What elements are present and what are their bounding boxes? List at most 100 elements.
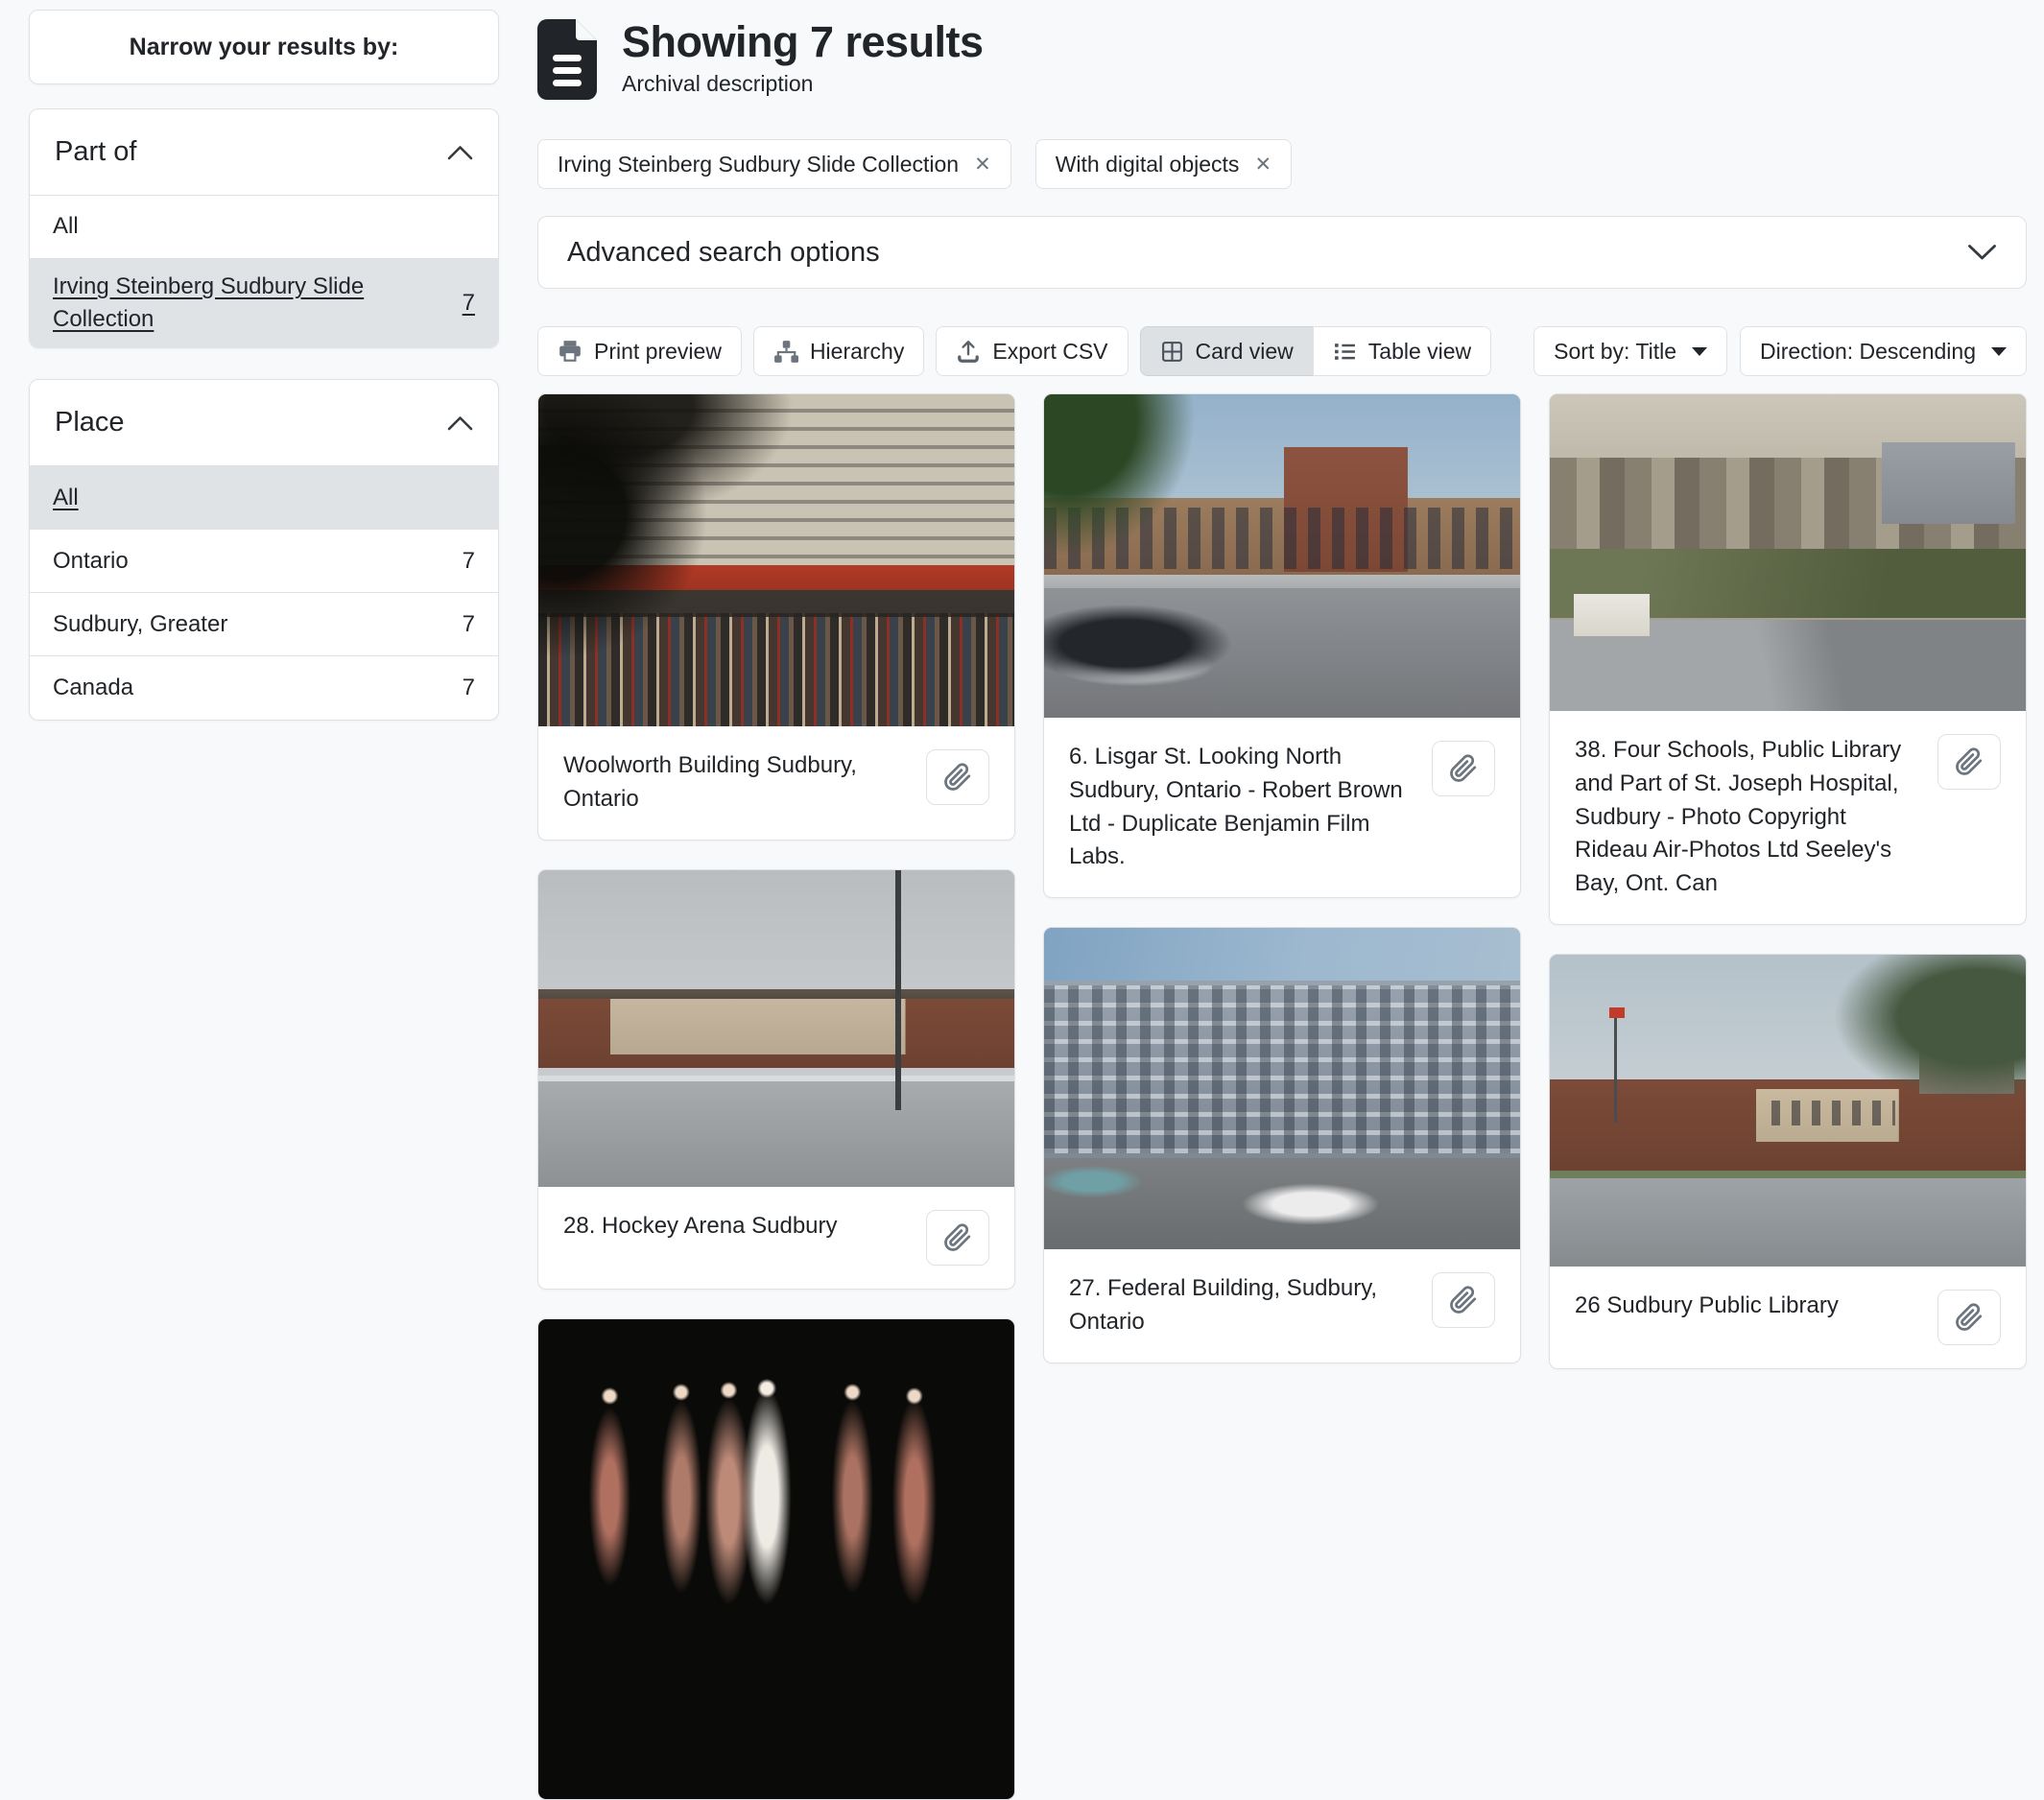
facet-label: Ontario [53,545,449,578]
paperclip-icon [1955,747,1984,776]
narrow-results-title: Narrow your results by: [130,34,399,61]
card-view-button[interactable]: Card view [1140,326,1313,376]
results-main: Showing 7 results Archival description I… [537,10,2027,1800]
advanced-search-toggle[interactable]: Advanced search options [537,216,2027,289]
sort-by-label: Sort by: Title [1554,339,1676,365]
archival-description-document-icon [537,19,597,100]
hierarchy-label: Hierarchy [810,339,904,365]
card-body: 38. Four Schools, Public Library and Par… [1550,711,2026,924]
attachment-button[interactable] [926,749,989,805]
sort-controls: Sort by: Title Direction: Descending [1533,326,2027,376]
facet-count: 7 [463,548,475,575]
filter-tag-digital-objects: With digital objects ✕ [1035,139,1292,189]
result-title-link[interactable]: 28. Hockey Arena Sudbury [563,1210,909,1243]
federal-building-photo[interactable] [1044,928,1520,1249]
export-csv-button[interactable]: Export CSV [936,326,1128,376]
list-icon [1333,340,1357,364]
facet-count: 7 [463,675,475,701]
part-of-facet-panel: Part of All Irving Steinberg Sudbury Sli… [29,108,499,348]
card-body: 26 Sudbury Public Library [1550,1267,2026,1368]
result-title-link[interactable]: 27. Federal Building, Sudbury, Ontario [1069,1272,1414,1339]
results-toolbar: Print preview Hierarchy Export CSV [537,326,2027,376]
table-view-button[interactable]: Table view [1313,326,1491,376]
paperclip-icon [1955,1303,1984,1332]
remove-filter-icon[interactable]: ✕ [1254,154,1272,175]
card-body: 6. Lisgar St. Looking North Sudbury, Ont… [1044,718,1520,897]
hockey-arena-photo[interactable] [538,870,1014,1187]
chevron-up-icon [447,145,473,160]
direction-label: Direction: Descending [1760,339,1976,365]
view-toggle-group: Card view Table view [1140,326,1492,376]
hierarchy-button[interactable]: Hierarchy [753,326,924,376]
table-view-label: Table view [1368,339,1471,365]
lisgar-street-photo[interactable] [1044,394,1520,718]
results-column: Woolworth Building Sudbury, Ontario 28. … [537,393,1015,1800]
result-card: 28. Hockey Arena Sudbury [537,869,1015,1290]
attachment-button[interactable] [1937,1290,2001,1345]
paperclip-icon [943,763,972,792]
result-card: 6. Lisgar St. Looking North Sudbury, Ont… [1043,393,1521,898]
facet-link-label[interactable]: Irving Steinberg Sudbury Slide Collectio… [53,271,449,336]
filter-tag-label: With digital objects [1056,152,1240,178]
print-preview-label: Print preview [594,339,722,365]
place-header[interactable]: Place [30,380,498,466]
grid-icon [1160,340,1184,364]
sudbury-public-library-photo[interactable] [1550,955,2026,1267]
print-preview-button[interactable]: Print preview [537,326,742,376]
result-title-link[interactable]: 6. Lisgar St. Looking North Sudbury, Ont… [1069,741,1414,874]
narrow-results-panel: Narrow your results by: [29,10,499,84]
filter-tag-label: Irving Steinberg Sudbury Slide Collectio… [558,152,959,178]
paperclip-icon [943,1223,972,1252]
facet-place-sudbury-greater[interactable]: Sudbury, Greater 7 [30,593,498,656]
chevron-down-icon [1967,244,1997,261]
result-title-link[interactable]: Woolworth Building Sudbury, Ontario [563,749,909,817]
result-card: 38. Four Schools, Public Library and Par… [1549,393,2027,925]
facet-sidebar: Narrow your results by: Part of All Irvi… [29,10,499,751]
card-body: 28. Hockey Arena Sudbury [538,1187,1014,1289]
card-view-label: Card view [1196,339,1294,365]
facet-part-of-all[interactable]: All [30,196,498,259]
facet-place-canada[interactable]: Canada 7 [30,656,498,720]
part-of-header[interactable]: Part of [30,109,498,196]
printer-icon [558,339,582,364]
result-title-link[interactable]: 38. Four Schools, Public Library and Par… [1575,734,1920,901]
facet-place-all[interactable]: All [30,466,498,530]
attachment-button[interactable] [1432,1272,1495,1328]
facet-link-label[interactable]: All [53,482,462,514]
caret-down-icon [1692,347,1707,356]
export-csv-label: Export CSV [992,339,1107,365]
woolworth-building-street-scene-photo[interactable] [538,394,1014,726]
attachment-button[interactable] [1432,741,1495,796]
result-card: Woolworth Building Sudbury, Ontario [537,393,1015,841]
result-card [537,1318,1015,1800]
remove-filter-icon[interactable]: ✕ [974,154,991,175]
four-schools-aerial-photo[interactable] [1550,394,2026,711]
facet-count: 7 [463,290,475,317]
active-filters: Irving Steinberg Sudbury Slide Collectio… [537,139,2027,189]
place-facet-panel: Place All Ontario 7 Sudbury, Greater 7 C… [29,379,499,721]
facet-label: Sudbury, Greater [53,608,449,641]
facet-place-ontario[interactable]: Ontario 7 [30,530,498,593]
page-subtitle: Archival description [622,71,984,97]
attachment-button[interactable] [926,1210,989,1266]
page-header: Showing 7 results Archival description [537,17,2027,107]
page-title: Showing 7 results [622,17,984,67]
caret-down-icon [1991,347,2007,356]
facet-label: Canada [53,672,449,704]
result-card: 26 Sudbury Public Library [1549,954,2027,1369]
facet-part-of-collection[interactable]: Irving Steinberg Sudbury Slide Collectio… [30,259,498,347]
night-figures-photo[interactable] [538,1319,1014,1799]
filter-tag-collection: Irving Steinberg Sudbury Slide Collectio… [537,139,1011,189]
chevron-up-icon [447,415,473,431]
facet-count: 7 [463,611,475,638]
results-column: 38. Four Schools, Public Library and Par… [1549,393,2027,1369]
facet-label: All [53,210,462,243]
direction-dropdown[interactable]: Direction: Descending [1740,326,2027,376]
attachment-button[interactable] [1937,734,2001,790]
results-column: 6. Lisgar St. Looking North Sudbury, Ont… [1043,393,1521,1363]
result-title-link[interactable]: 26 Sudbury Public Library [1575,1290,1920,1323]
card-body: Woolworth Building Sudbury, Ontario [538,726,1014,840]
result-card: 27. Federal Building, Sudbury, Ontario [1043,927,1521,1363]
sort-by-dropdown[interactable]: Sort by: Title [1533,326,1727,376]
paperclip-icon [1449,754,1478,783]
